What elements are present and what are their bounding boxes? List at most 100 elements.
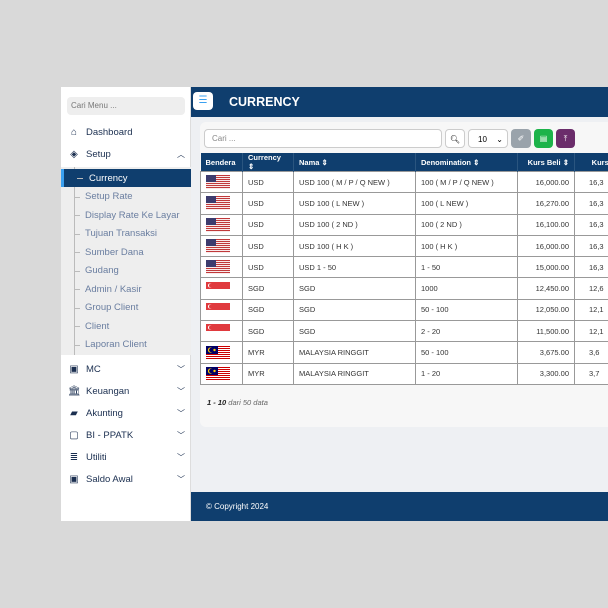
footer: © Copyright 2024	[191, 492, 608, 521]
flag-cell	[200, 192, 243, 215]
sort-icon: ⇕	[248, 162, 255, 171]
sidebar-subitem[interactable]: Group Client	[61, 299, 191, 317]
column-header[interactable]: Kurs Beli ⇕	[517, 153, 575, 172]
nama-cell: SGD	[293, 298, 416, 322]
nama-cell: SGD	[293, 320, 416, 343]
database-icon: ≣	[69, 451, 79, 463]
label: Utiliti	[86, 451, 107, 463]
menu-search-input[interactable]: Cari Menu ...	[67, 97, 185, 115]
sidebar-item-setup[interactable]: ◈ Setup ︿	[61, 144, 191, 164]
sidebar-subitem[interactable]: Admin / Kasir	[61, 280, 191, 298]
flag-cell	[200, 320, 243, 343]
sidebar-subitem[interactable]: Tujuan Transaksi	[61, 225, 191, 243]
note-icon: ▢	[69, 429, 79, 441]
denomination-cell: 100 ( H K )	[415, 234, 518, 258]
sidebar-subitem[interactable]: Sumber Dana	[61, 243, 191, 261]
table-row[interactable]: MYR MALAYSIA RINGGIT 1 - 20 3,300.00 3,7	[200, 362, 608, 385]
nama-cell: SGD	[293, 277, 416, 300]
sidebar-subitem[interactable]: Currency	[61, 169, 191, 187]
flag-cell	[200, 341, 243, 364]
sidebar-group[interactable]: 🏛︎ Keuangan ﹀	[61, 381, 191, 401]
nama-cell: USD 100 ( M / P / Q NEW )	[293, 170, 416, 194]
flag-cell	[200, 277, 243, 300]
sidebar-group[interactable]: ▣ Saldo Awal ﹀	[61, 469, 191, 489]
currency-cell: SGD	[242, 277, 294, 300]
sidebar-subitem[interactable]: Client	[61, 317, 191, 335]
flag-us-icon	[206, 196, 237, 211]
search-icon: 🔍︎	[449, 135, 461, 144]
kurs-jual-cell: 3,7	[574, 362, 608, 385]
header-label: Currency	[248, 153, 281, 162]
currency-cell: SGD	[242, 320, 294, 343]
column-header[interactable]: Kurs J	[574, 153, 608, 172]
label: Akunting	[86, 407, 123, 419]
search-input[interactable]: Cari ...	[204, 129, 442, 148]
label: Dashboard	[86, 126, 133, 138]
denomination-cell: 1000	[415, 277, 518, 300]
currency-cell: USD	[242, 170, 294, 194]
eraser-icon: ✐	[517, 134, 525, 143]
nama-cell: USD 100 ( H K )	[293, 234, 416, 258]
flag-cell	[200, 213, 243, 236]
sidebar-subitem[interactable]: Setup Rate	[61, 188, 191, 206]
column-header[interactable]: Denomination ⇕	[415, 153, 518, 172]
table-row[interactable]: USD USD 100 ( L NEW ) 100 ( L NEW ) 16,270.…	[200, 192, 608, 215]
column-header[interactable]: Currency ⇕	[242, 153, 294, 172]
flag-cell	[200, 234, 243, 258]
currency-cell: SGD	[242, 298, 294, 322]
chevron-down-icon: ﹀	[177, 452, 185, 462]
table-row[interactable]: USD USD 100 ( H K ) 100 ( H K ) 16,000.00 16…	[200, 234, 608, 258]
clear-filter-button[interactable]: ✐	[511, 129, 531, 148]
flag-cell	[200, 298, 243, 322]
nama-cell: MALAYSIA RINGGIT	[293, 362, 416, 385]
kurs-jual-cell: 3,6	[574, 341, 608, 364]
table-row[interactable]: SGD SGD 50 - 100 12,050.00 12,1	[200, 298, 608, 322]
sidebar-group[interactable]: ≣ Utiliti ﹀	[61, 447, 191, 467]
page-size-select[interactable]: 10 ⌄	[468, 129, 508, 148]
denomination-cell: 2 - 20	[415, 320, 518, 343]
kurs-beli-cell: 3,675.00	[517, 341, 575, 364]
chevron-down-icon: ﹀	[177, 408, 185, 418]
kurs-beli-cell: 15,000.00	[517, 256, 575, 279]
sort-icon: ⇕	[473, 157, 480, 167]
flag-cell	[200, 362, 243, 385]
kurs-beli-cell: 16,270.00	[517, 192, 575, 215]
currency-cell: USD	[242, 256, 294, 279]
table-row[interactable]: SGD SGD 2 - 20 11,500.00 12,1	[200, 320, 608, 343]
label: BI - PPATK	[86, 429, 134, 441]
sidebar-subitem[interactable]: Gudang	[61, 262, 191, 280]
search-button[interactable]: 🔍︎	[445, 129, 465, 148]
currency-table: Bendera Currency ⇕ Nama ⇕ Denomination ⇕ Kur…	[200, 153, 608, 385]
sidebar-group[interactable]: ▢ BI - PPATK ﹀	[61, 425, 191, 445]
chevron-down-icon: ﹀	[177, 364, 185, 374]
denomination-cell: 100 ( M / P / Q NEW )	[415, 170, 518, 194]
table-row[interactable]: USD USD 100 ( 2 ND ) 100 ( 2 ND ) 16,100.00…	[200, 213, 608, 236]
export-excel-button[interactable]: ▤	[534, 129, 553, 148]
kurs-beli-cell: 11,500.00	[517, 320, 575, 343]
kurs-beli-cell: 16,100.00	[517, 213, 575, 236]
money-icon: ▣	[69, 473, 79, 485]
table-row[interactable]: MYR MALAYSIA RINGGIT 50 - 100 3,675.00 3,6	[200, 341, 608, 364]
header: ☰ CURRENCY	[191, 87, 608, 117]
sidebar-subitem[interactable]: Laporan Client	[61, 336, 191, 354]
table-row[interactable]: USD USD 1 - 50 1 - 50 15,000.00 16,3	[200, 256, 608, 279]
setup-submenu: Currency Setup Rate Display Rate Ke Layar T…	[61, 167, 191, 355]
currency-cell: USD	[242, 192, 294, 215]
column-header[interactable]: Nama ⇕	[293, 153, 416, 172]
nama-cell: MALAYSIA RINGGIT	[293, 341, 416, 364]
table-row[interactable]: SGD SGD 1000 12,450.00 12,6	[200, 277, 608, 300]
upload-button[interactable]: ⤒	[556, 129, 575, 148]
header-label: Kurs Beli	[527, 157, 561, 167]
kurs-jual-cell: 16,3	[574, 234, 608, 258]
sidebar-group[interactable]: ▰ Akunting ﹀	[61, 403, 191, 423]
chevron-up-icon: ︿	[177, 149, 185, 159]
sidebar-group[interactable]: ▣ MC ﹀	[61, 359, 191, 379]
table-row[interactable]: USD USD 100 ( M / P / Q NEW ) 100 ( M / P …	[200, 170, 608, 194]
sidebar-subitem[interactable]: Display Rate Ke Layar	[61, 206, 191, 224]
pagination-info: 1 - 10 dari 50 data	[207, 398, 268, 407]
nama-cell: USD 100 ( L NEW )	[293, 192, 416, 215]
chevron-down-icon: ﹀	[177, 430, 185, 440]
sidebar-item-dashboard[interactable]: ⌂ Dashboard	[61, 122, 191, 142]
sort-icon: ⇕	[562, 157, 569, 167]
sidebar-toggle-button[interactable]: ☰	[193, 92, 213, 110]
